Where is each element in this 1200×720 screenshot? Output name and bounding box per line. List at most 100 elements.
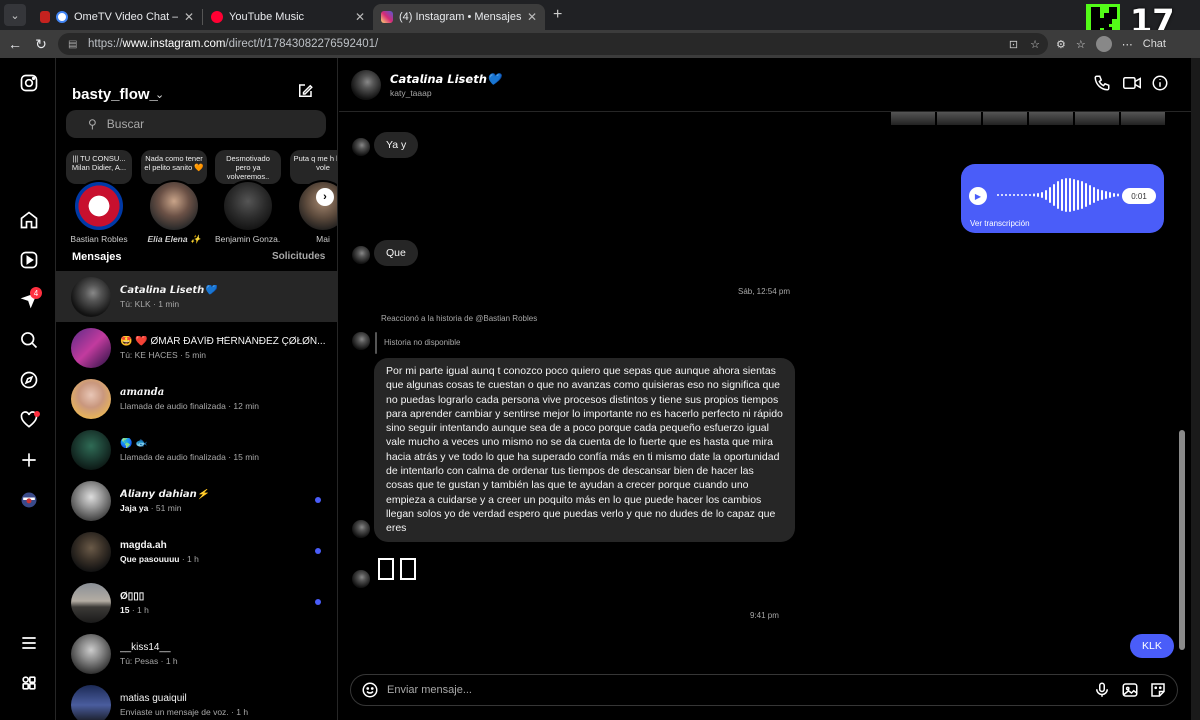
contact-avatar[interactable] [351, 70, 381, 100]
unread-dot [315, 497, 321, 503]
reload-icon[interactable]: ↻ [30, 36, 52, 53]
conversation-preview: Tú: KLK · 1 min [120, 298, 180, 309]
chevron-down-icon[interactable]: ⌄ [155, 88, 164, 101]
waveform-bar [1009, 194, 1011, 196]
reels-icon[interactable] [18, 249, 40, 271]
new-tab-button[interactable]: + [553, 6, 562, 24]
copilot-chat-button[interactable]: Chat [1143, 38, 1166, 50]
tab-search-button[interactable]: ⌄ [4, 4, 26, 26]
more-menu-icon[interactable]: ⋯ [1122, 38, 1133, 51]
back-arrow-icon[interactable]: ← [4, 36, 26, 52]
new-message-icon[interactable] [296, 82, 314, 105]
profile-avatar-icon[interactable] [18, 489, 40, 511]
also-from-meta-icon[interactable] [18, 672, 40, 694]
conversation-preview: Tú: Pesas · 1 h [120, 655, 178, 666]
conversation-item[interactable]: 🌎 🐟 Llamada de audio finalizada · 15 min [56, 424, 337, 475]
close-tab-icon[interactable]: ✕ [527, 10, 537, 24]
message-bubble[interactable]: KLK [1130, 634, 1174, 658]
media-thumbnail[interactable] [1029, 112, 1073, 125]
sender-avatar [352, 138, 370, 156]
search-input[interactable]: ⚲ Buscar [66, 110, 326, 138]
conversation-name: magda.ah [120, 539, 167, 551]
waveform-bar [1041, 192, 1043, 198]
conversation-name: 𝘼𝙡𝙞𝙖𝙣𝙮 𝙙𝙖𝙝𝙞𝙖𝙣⚡ [120, 488, 210, 500]
waveform-bar [1097, 189, 1099, 201]
explore-compass-icon[interactable] [18, 369, 40, 391]
browser-tab-youtube-music[interactable]: YouTube Music ✕ [203, 4, 373, 30]
close-tab-icon[interactable]: ✕ [355, 10, 365, 24]
unread-dot [315, 548, 321, 554]
conversation-item[interactable]: magda.ah Que pasouuuu · 1 h [56, 526, 337, 577]
media-thumbnail[interactable] [1121, 112, 1165, 125]
home-icon[interactable] [18, 209, 40, 231]
site-info-icon[interactable]: ▤ [68, 39, 82, 50]
conversation-info-icon[interactable] [1151, 74, 1171, 94]
chat-scrollbar[interactable] [1179, 430, 1185, 650]
message-bubble[interactable]: Por mi parte igual aunq t conozco poco q… [374, 358, 795, 542]
message-bubble[interactable]: Que [374, 240, 418, 267]
media-thumbnail[interactable] [891, 112, 935, 125]
waveform-bar [1053, 184, 1055, 206]
voice-message[interactable]: ▶ 0:01 Ver transcripción [961, 164, 1164, 233]
profile-avatar[interactable] [1095, 36, 1112, 52]
conversation-item[interactable]: __kiss14__ Tú: Pesas · 1 h [56, 628, 337, 679]
conversation-item[interactable]: Ø▯▯▯ 15 · 1 h [56, 577, 337, 628]
avatar [71, 582, 111, 623]
hamburger-menu-icon[interactable] [18, 632, 40, 654]
conversation-item[interactable]: 𝒂𝒎𝒂𝒏𝒅𝒂 Llamada de audio finalizada · 12 … [56, 373, 337, 424]
contact-username: katy_taaap [390, 88, 432, 98]
account-switcher[interactable]: basty_flow_ [72, 86, 158, 103]
favorites-icon[interactable]: ☆ [1076, 38, 1086, 51]
message-input[interactable] [387, 684, 1093, 696]
emoji-picker-icon[interactable] [361, 681, 379, 699]
image-upload-icon[interactable] [1121, 681, 1139, 699]
media-thumbnail[interactable] [937, 112, 981, 125]
youtube-music-favicon-icon [211, 11, 223, 23]
conversation-preview: Enviaste un mensaje de voz. · 1 h [120, 706, 249, 717]
conversation-item[interactable]: 𝘾𝙖𝙩𝙖𝙡𝙞𝙣𝙖 𝙇𝙞𝙨𝙚𝙩𝙝💙 Tú: KLK · 1 min [56, 271, 337, 322]
media-thumbnail[interactable] [1075, 112, 1119, 125]
extensions-icon[interactable]: ⚙ [1056, 38, 1066, 51]
browser-tab-instagram[interactable]: (4) Instagram • Mensajes ✕ [373, 4, 545, 30]
message-bubble[interactable]: Ya y [374, 132, 419, 159]
conversation-item[interactable]: 𝘼𝙡𝙞𝙖𝙣𝙮 𝙙𝙖𝙝𝙞𝙖𝙣⚡ Jaja ya · 51 min [56, 475, 337, 526]
microphone-icon[interactable] [1093, 681, 1111, 699]
waveform-bar [1101, 190, 1103, 200]
view-transcript-link[interactable]: Ver transcripción [970, 219, 1030, 228]
requests-link[interactable]: Solicitudes [272, 251, 325, 262]
avatar [71, 429, 111, 470]
waveform-bar [1029, 194, 1031, 196]
avatar [148, 180, 200, 232]
close-tab-icon[interactable]: ✕ [184, 10, 194, 24]
conversation-item[interactable]: 🤩 ❤️ ØMÄR ĐÄVÏĐ ĦËŘÑÄÑĐĚŽ ÇØŁØÑ... Tú: K… [56, 322, 337, 373]
media-thumbnail[interactable] [983, 112, 1027, 125]
conversation-preview: Que pasouuuu · 1 h [120, 554, 199, 564]
chevron-right-icon[interactable]: › [316, 188, 334, 206]
instagram-logo-icon[interactable] [18, 72, 40, 94]
search-icon: ⚲ [88, 117, 97, 131]
conversation-item[interactable]: matias guaiquil Enviaste un mensaje de v… [56, 679, 337, 720]
note-item[interactable]: ||| TU CONSU... Milan Didier, A... Basti… [66, 150, 132, 244]
note-name: Mai [316, 234, 330, 244]
conversation-name: 𝒂𝒎𝒂𝒏𝒅𝒂 [120, 386, 165, 398]
waveform-bar [1117, 193, 1119, 197]
create-plus-icon[interactable] [18, 449, 40, 471]
note-item[interactable]: Nada como tener el pelito sanito 🧡 Elia … [141, 150, 207, 245]
sticker-icon[interactable] [1149, 681, 1167, 699]
instagram-nav-rail: 4 [0, 58, 56, 720]
avatar [222, 180, 274, 232]
tab-title: YouTube Music [229, 11, 305, 23]
note-item[interactable]: Desmotivado pero ya volveremos.. Benjami… [215, 150, 281, 244]
waveform-bar [1081, 181, 1083, 209]
url-field[interactable]: ▤ https://www.instagram.com/direct/t/178… [58, 33, 1048, 55]
waveform-bar [1113, 193, 1115, 197]
search-icon[interactable] [18, 329, 40, 351]
bookmark-star-icon[interactable]: ☆ [1030, 38, 1040, 51]
browser-tab-ometv[interactable]: OmeTV Video Chat — Omegle ✕ [32, 4, 202, 30]
app-available-icon[interactable]: ⊡ [1009, 38, 1018, 51]
conversation-name: __kiss14__ [120, 641, 171, 653]
video-call-icon[interactable] [1122, 74, 1142, 94]
contact-name[interactable]: 𝘾𝙖𝙩𝙖𝙡𝙞𝙣𝙖 𝙇𝙞𝙨𝙚𝙩𝙝💙 [390, 72, 501, 86]
play-icon[interactable]: ▶ [969, 187, 987, 205]
phone-call-icon[interactable] [1093, 74, 1113, 94]
